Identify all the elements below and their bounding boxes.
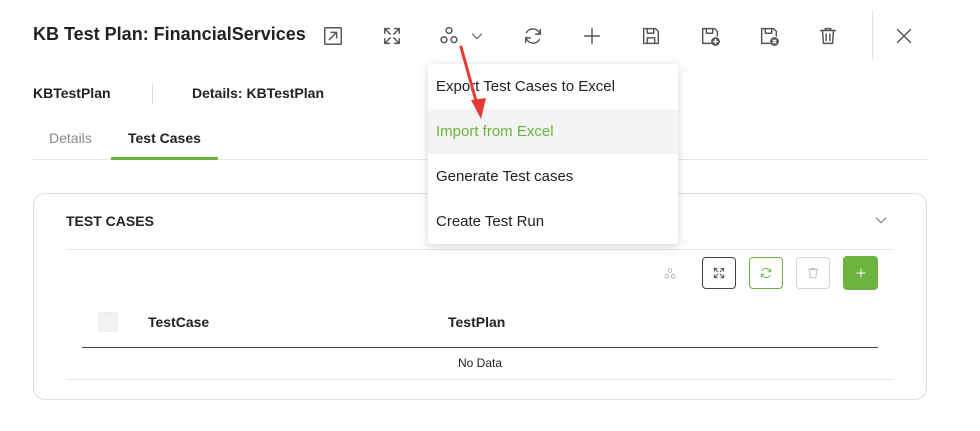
plus-icon — [855, 268, 866, 278]
delete-button[interactable] — [815, 23, 841, 49]
refresh-icon — [760, 268, 772, 278]
active-tab-indicator — [111, 157, 218, 160]
menu-item-create-test-run[interactable]: Create Test Run — [428, 199, 678, 244]
grid-refresh-button[interactable] — [749, 257, 783, 289]
chevron-down-icon — [875, 217, 887, 224]
header: KB Test Plan: FinancialServices — [0, 0, 980, 72]
plan-details: Details: KBTestPlan — [192, 85, 324, 101]
info-divider — [152, 84, 153, 104]
actions-dropdown-menu: Export Test Cases to Excel Import from E… — [428, 64, 678, 244]
trash-icon — [819, 27, 837, 45]
refresh-button[interactable] — [520, 23, 546, 49]
expand-button[interactable] — [379, 23, 405, 49]
add-button[interactable] — [579, 23, 605, 49]
collapse-card-button[interactable] — [870, 209, 892, 231]
plan-name: KBTestPlan — [33, 85, 111, 101]
menu-item-import-excel[interactable]: Import from Excel — [428, 109, 678, 154]
menu-item-generate-test-cases[interactable]: Generate Test cases — [428, 154, 678, 199]
expand-icon — [383, 27, 401, 45]
open-external-button[interactable] — [320, 23, 346, 49]
empty-state-text: No Data — [457, 356, 503, 370]
grid-delete-button[interactable] — [796, 257, 830, 289]
grid-expand-button[interactable] — [702, 257, 736, 289]
card-divider — [66, 249, 893, 250]
save-and-new-button[interactable] — [697, 23, 723, 49]
refresh-icon — [524, 28, 542, 44]
column-header-testplan[interactable]: TestPlan — [448, 314, 505, 330]
tab-details[interactable]: Details — [49, 130, 92, 146]
chevron-down-icon — [471, 33, 483, 40]
card-title: TEST CASES — [66, 213, 154, 229]
actions-menu-chevron[interactable] — [466, 23, 488, 49]
plus-icon — [583, 27, 601, 45]
close-button[interactable] — [891, 23, 917, 49]
save-button[interactable] — [638, 23, 664, 49]
close-icon — [896, 28, 912, 44]
settings-cluster-icon — [440, 26, 458, 44]
column-header-testcase[interactable]: TestCase — [148, 314, 209, 330]
expand-icon — [713, 267, 725, 279]
save-and-close-button[interactable] — [756, 23, 782, 49]
trash-icon — [807, 267, 819, 279]
tab-test-cases[interactable]: Test Cases — [128, 130, 201, 146]
select-all-checkbox[interactable] — [98, 312, 118, 332]
save-add-icon — [701, 27, 720, 46]
grid-add-button[interactable] — [843, 256, 878, 290]
open-external-icon — [324, 27, 342, 45]
card-bottom-divider — [66, 379, 893, 380]
save-close-icon — [760, 27, 779, 46]
settings-cluster-icon — [664, 268, 676, 279]
toolbar-divider — [872, 10, 873, 60]
grid-actions-button[interactable] — [661, 265, 679, 283]
menu-item-export-excel[interactable]: Export Test Cases to Excel — [428, 64, 678, 109]
table-header-divider — [82, 347, 878, 348]
save-icon — [642, 27, 660, 45]
actions-menu-button[interactable] — [436, 23, 462, 49]
page-title: KB Test Plan: FinancialServices — [33, 24, 306, 44]
